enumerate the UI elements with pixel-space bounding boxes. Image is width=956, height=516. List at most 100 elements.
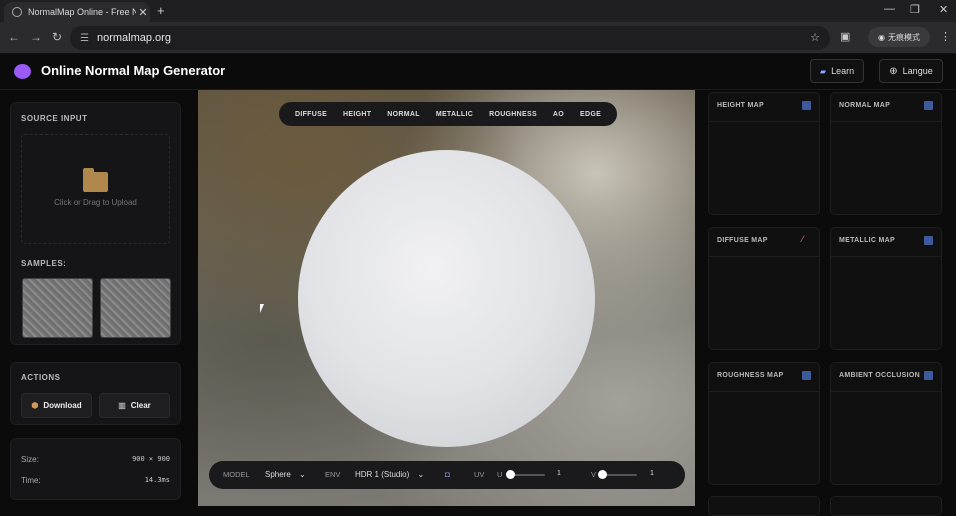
model-label: MODEL bbox=[223, 470, 250, 479]
learn-label: Learn bbox=[831, 66, 855, 76]
sample-thumbnail-1[interactable] bbox=[22, 278, 93, 338]
bookmark-star-icon[interactable]: ☆ bbox=[810, 31, 820, 44]
reload-icon[interactable]: ↻ bbox=[52, 30, 62, 44]
site-info-icon[interactable]: ☰ bbox=[80, 33, 89, 44]
app-header: Online Normal Map Generator ▰ Learn ⊕ La… bbox=[0, 55, 956, 90]
roughness-map-card[interactable]: ROUGHNESS MAP bbox=[708, 362, 820, 485]
square-icon[interactable] bbox=[924, 371, 933, 380]
v-slider-knob[interactable] bbox=[598, 470, 607, 479]
stats-card: Size: 900 × 900 Time: 14.3ms bbox=[10, 438, 181, 500]
url-text: normalmap.org bbox=[96, 32, 171, 44]
divider bbox=[709, 121, 819, 122]
trash-icon: ▥ bbox=[118, 401, 126, 410]
divider bbox=[709, 256, 819, 257]
forward-icon[interactable]: → bbox=[30, 30, 42, 44]
u-value[interactable]: 1 bbox=[557, 470, 561, 477]
globe-icon bbox=[12, 7, 22, 17]
app-title: Online Normal Map Generator bbox=[41, 63, 226, 78]
env-select[interactable]: HDR 1 (Studio) ⌄ bbox=[355, 470, 424, 479]
incognito-icon: ◉ bbox=[878, 32, 885, 42]
map-title: AMBIENT OCCLUSION bbox=[839, 372, 920, 379]
tab-roughness[interactable]: ROUGHNESS bbox=[481, 111, 545, 118]
divider bbox=[831, 121, 941, 122]
download-label: Download bbox=[43, 401, 82, 410]
tab-diffuse[interactable]: DIFFUSE bbox=[287, 111, 335, 118]
minimize-icon[interactable]: — bbox=[884, 3, 895, 15]
menu-icon[interactable]: ⋮ bbox=[940, 30, 951, 43]
browser-tab-bar: NormalMap Online - Free N... ✕ + — ❐ ✕ bbox=[0, 0, 956, 22]
map-title: ROUGHNESS MAP bbox=[717, 372, 784, 379]
map-card-partial[interactable] bbox=[830, 496, 942, 516]
learn-button[interactable]: ▰ Learn bbox=[810, 59, 864, 83]
mouse-cursor-icon bbox=[260, 304, 264, 313]
box-icon: ⬢ bbox=[31, 401, 39, 410]
tab-height[interactable]: HEIGHT bbox=[335, 111, 379, 118]
map-title: DIFFUSE MAP bbox=[717, 237, 768, 244]
model-select[interactable]: Sphere ⌄ bbox=[265, 470, 306, 479]
source-card: SOURCE INPUT Click or Drag to Upload SAM… bbox=[10, 102, 181, 345]
size-label: Size: bbox=[21, 455, 39, 464]
left-panel: SOURCE INPUT Click or Drag to Upload SAM… bbox=[0, 90, 193, 506]
clear-button[interactable]: ▥ Clear bbox=[99, 393, 170, 418]
u-label: U bbox=[497, 470, 503, 479]
language-button[interactable]: ⊕ Langue bbox=[879, 59, 943, 83]
tab-title: NormalMap Online - Free N... bbox=[28, 7, 136, 17]
time-label: Time: bbox=[21, 476, 41, 485]
preview-sphere[interactable] bbox=[298, 150, 595, 447]
new-tab-icon[interactable]: + bbox=[157, 3, 165, 18]
sample-thumbnail-2[interactable] bbox=[100, 278, 171, 338]
time-value: 14.3ms bbox=[144, 476, 170, 484]
map-title: HEIGHT MAP bbox=[717, 102, 764, 109]
brush-icon[interactable]: ⁄ bbox=[802, 234, 811, 244]
map-card-partial[interactable] bbox=[708, 496, 820, 516]
divider bbox=[831, 256, 941, 257]
tab-normal[interactable]: NORMAL bbox=[379, 111, 428, 118]
chevron-down-icon: ⌄ bbox=[299, 470, 306, 479]
size-value: 900 × 900 bbox=[132, 455, 170, 463]
upload-dropzone[interactable]: Click or Drag to Upload bbox=[21, 134, 170, 244]
address-bar-row: ← → ↻ ☰ normalmap.org ☆ ▣ ⋮ bbox=[0, 22, 956, 54]
u-slider-knob[interactable] bbox=[506, 470, 515, 479]
divider bbox=[831, 391, 941, 392]
palette-logo-icon bbox=[14, 64, 31, 79]
camera-icon[interactable]: ◘ bbox=[445, 470, 450, 479]
language-label: Langue bbox=[902, 66, 933, 76]
tab-edge[interactable]: EDGE bbox=[572, 111, 609, 118]
square-icon[interactable] bbox=[802, 101, 811, 110]
close-window-icon[interactable]: ✕ bbox=[939, 3, 948, 16]
v-value[interactable]: 1 bbox=[650, 470, 654, 477]
samples-caption: SAMPLES: bbox=[21, 259, 67, 268]
model-value: Sphere bbox=[265, 470, 291, 479]
url-field[interactable]: ☰ normalmap.org ☆ bbox=[70, 26, 830, 50]
divider bbox=[709, 391, 819, 392]
chevron-down-icon: ⌄ bbox=[417, 470, 425, 479]
height-map-card[interactable]: HEIGHT MAP bbox=[708, 92, 820, 215]
tab-metallic[interactable]: METALLIC bbox=[428, 111, 481, 118]
folder-icon bbox=[83, 167, 108, 192]
ambient-occlusion-card[interactable]: AMBIENT OCCLUSION bbox=[830, 362, 942, 485]
download-button[interactable]: ⬢ Download bbox=[21, 393, 92, 418]
env-value: HDR 1 (Studio) bbox=[355, 470, 410, 479]
normal-map-card[interactable]: NORMAL MAP bbox=[830, 92, 942, 215]
square-icon[interactable] bbox=[924, 101, 933, 110]
square-icon[interactable] bbox=[802, 371, 811, 380]
diffuse-map-card[interactable]: DIFFUSE MAP ⁄ bbox=[708, 227, 820, 350]
tab-ao[interactable]: AO bbox=[545, 111, 572, 118]
incognito-badge[interactable]: ◉ 无痕模式 bbox=[868, 27, 930, 47]
book-icon: ▰ bbox=[819, 66, 827, 76]
close-tab-icon[interactable]: ✕ bbox=[136, 6, 150, 19]
actions-card: ACTIONS ⬢ Download ▥ Clear bbox=[10, 362, 181, 425]
restore-icon[interactable]: ❐ bbox=[910, 3, 920, 16]
time-row: Time: 14.3ms bbox=[21, 476, 170, 485]
back-icon[interactable]: ← bbox=[8, 30, 20, 44]
incognito-label: 无痕模式 bbox=[887, 32, 920, 42]
browser-tab[interactable]: NormalMap Online - Free N... ✕ bbox=[4, 2, 150, 22]
v-label: V bbox=[591, 470, 597, 479]
viewport-controls: MODEL Sphere ⌄ ENV HDR 1 (Studio) ⌄ ◘ UV… bbox=[209, 461, 685, 489]
metallic-map-card[interactable]: METALLIC MAP bbox=[830, 227, 942, 350]
reading-mode-icon[interactable]: ▣ bbox=[840, 30, 850, 43]
preview-viewport[interactable]: DIFFUSE HEIGHT NORMAL METALLIC ROUGHNESS… bbox=[198, 90, 695, 506]
source-caption: SOURCE INPUT bbox=[21, 114, 88, 123]
square-icon[interactable] bbox=[924, 236, 933, 245]
maps-panel: HEIGHT MAP NORMAL MAP DIFFUSE MAP ⁄ META… bbox=[700, 90, 956, 516]
